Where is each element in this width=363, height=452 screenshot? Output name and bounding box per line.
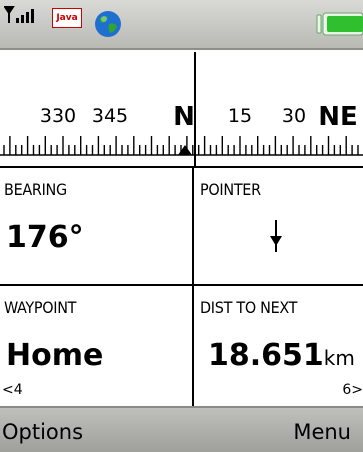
distance-value-wrap: 18.651km: [208, 338, 355, 373]
bearing-panel[interactable]: BEARING 176°: [0, 168, 194, 286]
status-bar: Java: [0, 0, 363, 50]
waypoint-title: WAYPOINT: [4, 298, 77, 317]
compass-tape: 330 345 N 15 30 NE: [0, 52, 363, 168]
pointer-arrow-icon: [270, 220, 282, 252]
softkey-bar: Options Menu: [0, 406, 363, 452]
compass-label-15: 15: [227, 105, 253, 127]
compass-label-330: 330: [39, 105, 77, 127]
compass-label-ne: NE: [318, 102, 358, 132]
battery-icon: [316, 12, 363, 36]
waypoint-value: Home: [6, 338, 104, 373]
menu-softkey[interactable]: Menu: [293, 420, 351, 444]
prev-page-indicator[interactable]: <4: [2, 382, 23, 398]
distance-value: 18.651: [208, 338, 324, 373]
bearing-title: BEARING: [4, 180, 67, 199]
next-page-indicator[interactable]: 6>: [342, 382, 363, 398]
heading-indicator-icon: [178, 145, 192, 155]
compass-label-n: N: [173, 102, 195, 132]
bearing-value: 176°: [6, 220, 84, 255]
waypoint-panel[interactable]: WAYPOINT Home <4: [0, 286, 194, 406]
distance-title: DIST TO NEXT: [200, 298, 298, 317]
info-grid: BEARING 176° POINTER WAYPOINT Home <4 DI…: [0, 168, 363, 406]
compass-label-345: 345: [91, 105, 129, 127]
signal-icon: [4, 6, 34, 23]
options-softkey[interactable]: Options: [2, 420, 83, 444]
distance-unit: km: [323, 346, 355, 370]
pointer-title: POINTER: [200, 180, 261, 199]
globe-icon: [95, 11, 121, 37]
compass-label-30: 30: [281, 105, 307, 127]
pointer-panel[interactable]: POINTER: [194, 168, 363, 286]
java-icon: Java: [52, 8, 82, 28]
distance-panel[interactable]: DIST TO NEXT 18.651km 6>: [194, 286, 363, 406]
